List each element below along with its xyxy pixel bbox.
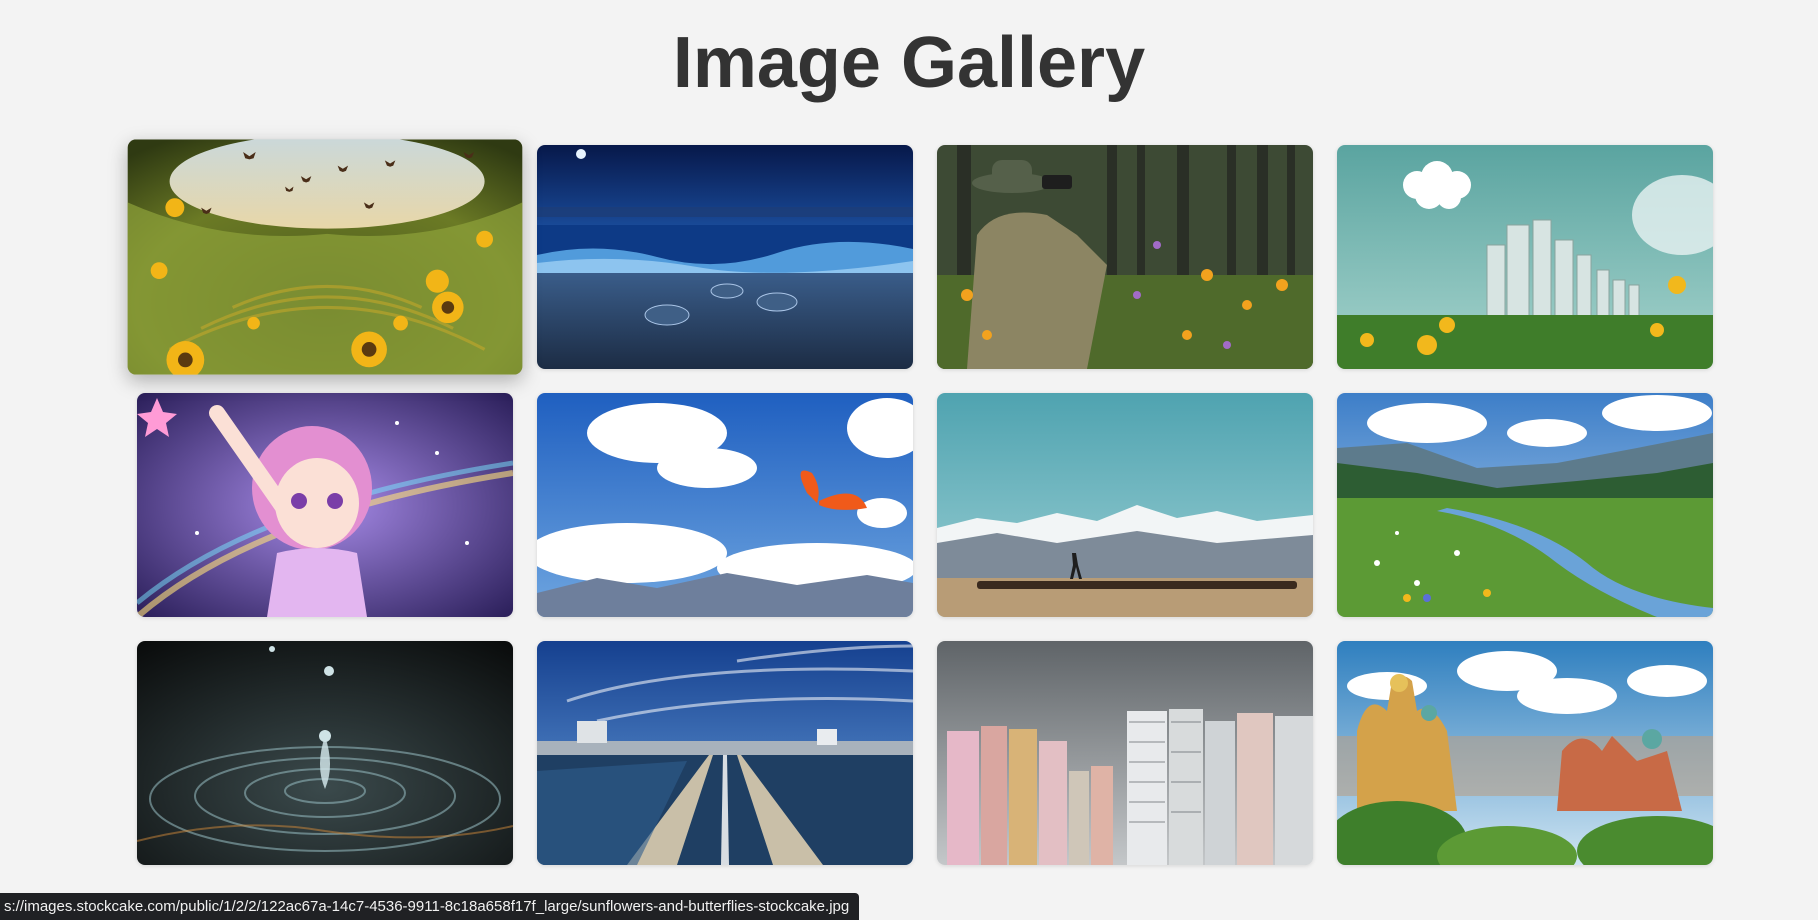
gallery-image-butterfly-sky[interactable] xyxy=(537,393,913,617)
meadow-stream-image xyxy=(1337,393,1713,617)
gallery-image-birdwatcher[interactable] xyxy=(937,145,1313,369)
gallery-image-green-city[interactable] xyxy=(1337,145,1713,369)
page-title: Image Gallery xyxy=(672,23,1146,103)
gallery-image-sea-turtles[interactable] xyxy=(537,145,913,369)
gallery-image-water-droplet[interactable] xyxy=(137,641,513,865)
gallery-image-sunflowers-butterflies[interactable] xyxy=(127,139,523,375)
gallery-image-city-highrises[interactable] xyxy=(937,641,1313,865)
sunflowers-butterflies-image xyxy=(127,139,523,375)
green-city-image xyxy=(1337,145,1713,369)
water-channels-image xyxy=(537,641,913,865)
gallery-image-palace-city[interactable] xyxy=(1337,641,1713,865)
horses-mountains-image xyxy=(937,393,1313,617)
butterfly-sky-image xyxy=(537,393,913,617)
city-highrises-image xyxy=(937,641,1313,865)
anime-girl-image xyxy=(137,393,513,617)
page: Image Gallery s://images.stockcake.com/p… xyxy=(0,0,1818,920)
palace-city-image xyxy=(1337,641,1713,865)
gallery-image-water-channels[interactable] xyxy=(537,641,913,865)
sea-turtles-image xyxy=(537,145,913,369)
birdwatcher-image xyxy=(937,145,1313,369)
gallery-image-meadow-stream[interactable] xyxy=(1337,393,1713,617)
gallery-image-horses-mountains[interactable] xyxy=(937,393,1313,617)
image-gallery-grid xyxy=(127,139,1713,865)
water-droplet-image xyxy=(137,641,513,865)
browser-status-bar-url: s://images.stockcake.com/public/1/2/2/12… xyxy=(0,893,860,920)
gallery-image-anime-girl[interactable] xyxy=(137,393,513,617)
